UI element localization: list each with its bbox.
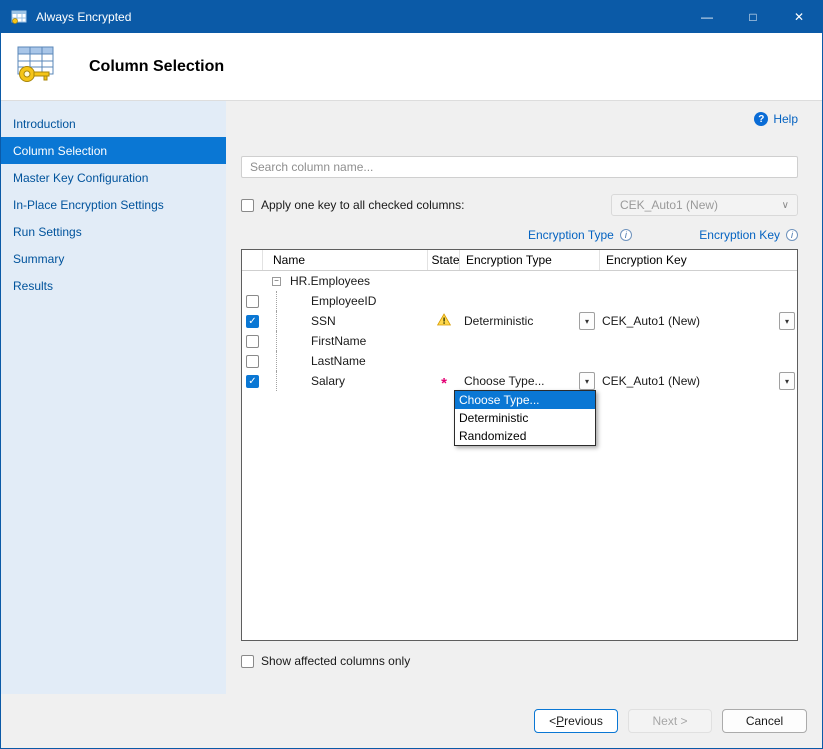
encryption-key-link[interactable]: Encryption Key bbox=[699, 228, 780, 242]
header-name[interactable]: Name bbox=[263, 250, 428, 270]
table-key-icon bbox=[15, 44, 59, 89]
cek-key-dropdown[interactable]: CEK_Auto1 (New) ∨ bbox=[611, 194, 798, 216]
cancel-button[interactable]: Cancel bbox=[722, 709, 807, 733]
dropdown-arrow-icon[interactable]: ▾ bbox=[579, 312, 595, 330]
row-checkbox[interactable] bbox=[246, 355, 259, 368]
encryption-key-info-icon[interactable]: i bbox=[786, 229, 798, 241]
encryption-key-combobox[interactable]: CEK_Auto1 (New) ▾ bbox=[600, 372, 797, 390]
warning-icon bbox=[437, 313, 451, 329]
tree-line bbox=[276, 331, 277, 351]
dropdown-arrow-icon[interactable]: ▾ bbox=[779, 372, 795, 390]
sidebar-item-introduction[interactable]: Introduction bbox=[1, 110, 226, 137]
show-affected-checkbox[interactable] bbox=[241, 655, 254, 668]
column-name: EmployeeID bbox=[311, 294, 376, 308]
encryption-type-info-icon[interactable]: i bbox=[620, 229, 632, 241]
encryption-key-combobox[interactable]: CEK_Auto1 (New) ▾ bbox=[600, 312, 797, 330]
dropdown-option-deterministic[interactable]: Deterministic bbox=[455, 409, 595, 427]
required-icon: * bbox=[441, 379, 447, 389]
title-bar: Always Encrypted — □ ✕ bbox=[1, 1, 822, 33]
help-link[interactable]: Help bbox=[773, 112, 798, 126]
minimize-button[interactable]: — bbox=[684, 1, 730, 33]
column-name: Salary bbox=[311, 374, 345, 388]
sidebar-item-column-selection[interactable]: Column Selection bbox=[1, 137, 226, 164]
dropdown-option-randomized[interactable]: Randomized bbox=[455, 427, 595, 445]
column-selection-page: ? Help Apply one key to all checked colu… bbox=[226, 101, 823, 694]
dropdown-option-choose-type[interactable]: Choose Type... bbox=[455, 391, 595, 409]
column-name: LastName bbox=[311, 354, 366, 368]
app-icon bbox=[11, 9, 27, 25]
help-icon: ? bbox=[754, 112, 768, 126]
chevron-down-icon: ∨ bbox=[782, 200, 789, 211]
tree-line bbox=[276, 351, 277, 371]
column-name: FirstName bbox=[311, 334, 366, 348]
column-name: SSN bbox=[311, 314, 336, 328]
dropdown-arrow-icon[interactable]: ▾ bbox=[779, 312, 795, 330]
encryption-type-combobox[interactable]: Choose Type... ▾ bbox=[460, 372, 600, 390]
collapse-expander-icon[interactable]: − bbox=[272, 277, 281, 286]
search-input[interactable] bbox=[241, 156, 798, 178]
table-row[interactable]: FirstName bbox=[242, 331, 797, 351]
maximize-button[interactable]: □ bbox=[730, 1, 776, 33]
apply-one-key-checkbox[interactable] bbox=[241, 199, 254, 212]
grid-header-row: Name State Encryption Type Encryption Ke… bbox=[242, 250, 797, 271]
table-row[interactable]: LastName bbox=[242, 351, 797, 371]
dropdown-arrow-icon[interactable]: ▾ bbox=[579, 372, 595, 390]
header-encryption-type[interactable]: Encryption Type bbox=[460, 250, 600, 270]
encryption-type-dropdown-list: Choose Type... Deterministic Randomized bbox=[454, 390, 596, 446]
tree-line bbox=[276, 311, 277, 331]
row-checkbox[interactable] bbox=[246, 335, 259, 348]
show-affected-label: Show affected columns only bbox=[261, 654, 410, 668]
previous-button[interactable]: < Previous bbox=[534, 709, 618, 733]
page-title: Column Selection bbox=[89, 58, 224, 76]
apply-one-key-label: Apply one key to all checked columns: bbox=[261, 198, 464, 212]
tree-line bbox=[276, 371, 277, 391]
close-button[interactable]: ✕ bbox=[776, 1, 822, 33]
tree-line bbox=[276, 291, 277, 311]
always-encrypted-wizard-window: Always Encrypted — □ ✕ Column Selection bbox=[0, 0, 823, 749]
encryption-type-combobox[interactable]: Deterministic ▾ bbox=[460, 312, 600, 330]
wizard-footer: < Previous Next > Cancel bbox=[1, 694, 822, 748]
wizard-steps-sidebar: Introduction Column Selection Master Key… bbox=[1, 101, 226, 694]
header-state[interactable]: State bbox=[428, 250, 460, 270]
sidebar-item-summary[interactable]: Summary bbox=[1, 245, 226, 272]
table-name: HR.Employees bbox=[290, 274, 370, 288]
table-group-row: − HR.Employees bbox=[242, 271, 797, 291]
row-checkbox[interactable]: ✓ bbox=[246, 315, 259, 328]
wizard-header: Column Selection bbox=[1, 33, 822, 101]
sidebar-item-in-place-encryption-settings[interactable]: In-Place Encryption Settings bbox=[1, 191, 226, 218]
window-title: Always Encrypted bbox=[36, 10, 131, 24]
sidebar-item-run-settings[interactable]: Run Settings bbox=[1, 218, 226, 245]
header-encryption-key[interactable]: Encryption Key bbox=[600, 250, 797, 270]
table-row[interactable]: ✓ Salary * Choose Type... ▾ CEK_Auto1 (N… bbox=[242, 371, 797, 391]
table-row[interactable]: EmployeeID bbox=[242, 291, 797, 311]
row-checkbox[interactable] bbox=[246, 295, 259, 308]
encryption-type-link[interactable]: Encryption Type bbox=[528, 228, 614, 242]
sidebar-item-master-key-configuration[interactable]: Master Key Configuration bbox=[1, 164, 226, 191]
columns-grid: Name State Encryption Type Encryption Ke… bbox=[241, 249, 798, 641]
next-button[interactable]: Next > bbox=[628, 709, 712, 733]
table-row[interactable]: ✓ SSN Deterministic bbox=[242, 311, 797, 331]
row-checkbox[interactable]: ✓ bbox=[246, 375, 259, 388]
sidebar-item-results[interactable]: Results bbox=[1, 272, 226, 299]
